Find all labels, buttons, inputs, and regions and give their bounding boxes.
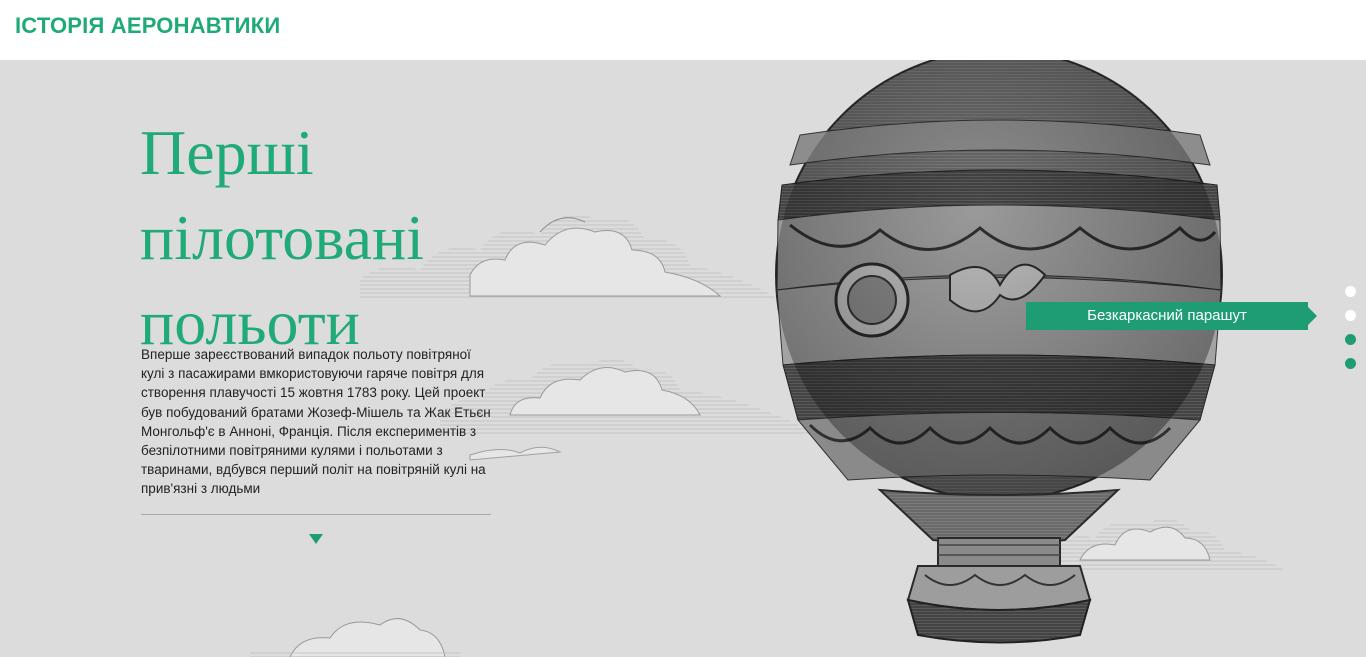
cloud-illustration-bottom [250, 618, 460, 657]
pagination-dot-1[interactable] [1345, 286, 1356, 297]
divider [141, 514, 491, 515]
page-title-line-2: пілотовані [140, 202, 425, 273]
page-title-line-1: Перші [140, 117, 314, 188]
triangle-down-icon [309, 534, 323, 544]
hero-description: Вперше зареєствований випадок польоту по… [141, 347, 491, 497]
page-title: Перші пілотовані польоти [140, 110, 500, 365]
site-title[interactable]: ІСТОРІЯ АЕРОНАВТИКИ [15, 13, 280, 39]
hero-section: Перші пілотовані польоти Вперше зареєств… [0, 60, 1366, 657]
pagination-dot-3[interactable] [1345, 334, 1356, 345]
slide-pagination [1345, 286, 1357, 382]
site-header: ІСТОРІЯ АЕРОНАВТИКИ [0, 0, 1366, 60]
scroll-down-button[interactable] [309, 531, 323, 544]
cloud-illustration-middle [440, 358, 820, 461]
pagination-dot-2[interactable] [1345, 310, 1356, 321]
pagination-dot-4[interactable] [1345, 358, 1356, 369]
hotspot-label-tag[interactable]: Безкаркасний парашут [1026, 302, 1317, 330]
